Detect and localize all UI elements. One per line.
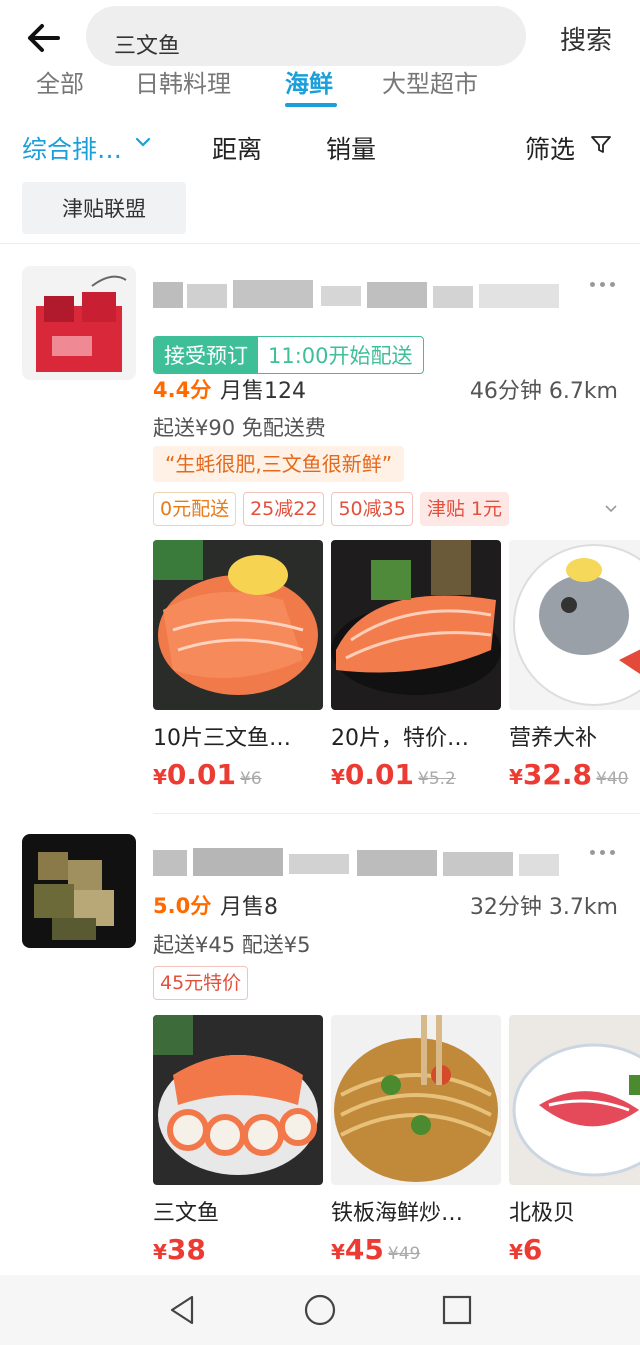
- dish-price: ¥0.01 ¥5.2: [331, 758, 501, 791]
- search-input[interactable]: 三文鱼: [86, 6, 526, 66]
- chevron-down-icon[interactable]: [135, 136, 151, 148]
- promo-list: 45元特价: [153, 966, 249, 1000]
- dish-item[interactable]: 铁板海鲜炒… ¥45 ¥49: [331, 1015, 501, 1266]
- shop-card[interactable]: 5.0分 月售8 32分钟 3.7km 起送¥45 配送¥5 45元特价 三文鱼: [0, 830, 640, 1270]
- monthly-sales: 月售124: [220, 379, 306, 404]
- price-value: 0.01: [344, 758, 415, 791]
- dish-price: ¥32.8 ¥40: [509, 758, 640, 791]
- price-value: 38: [166, 1233, 206, 1266]
- time-distance: 32分钟 3.7km: [469, 895, 618, 920]
- delivery-fees: 起送¥90 免配送费: [153, 416, 326, 440]
- back-arrow-icon[interactable]: [22, 18, 66, 58]
- shop-rating: 5.0分: [153, 894, 212, 918]
- sort-distance[interactable]: 距离: [212, 130, 262, 166]
- price-value: 32.8: [522, 758, 593, 791]
- delivery-start-label: 11:00开始配送: [268, 344, 413, 368]
- shop-card[interactable]: 接受预订 11:00开始配送 4.4分 月售124 46分钟 6.7km 起送¥…: [0, 262, 640, 807]
- system-navigation-bar: [0, 1275, 640, 1345]
- dish-image: [331, 540, 501, 710]
- dish-image: [153, 1015, 323, 1185]
- back-triangle-icon[interactable]: [166, 1293, 200, 1327]
- original-price: ¥49: [387, 1244, 421, 1264]
- shop-logo: [22, 266, 136, 380]
- allowance-alliance-chip[interactable]: 津贴联盟: [22, 182, 186, 234]
- promo-tag: 25减22: [243, 492, 325, 526]
- recents-square-icon[interactable]: [440, 1293, 474, 1327]
- search-query-text: 三文鱼: [114, 34, 181, 59]
- more-options-icon[interactable]: [590, 848, 618, 858]
- dish-name: 20片，特价…: [331, 726, 469, 751]
- currency-symbol: ¥: [331, 1240, 345, 1264]
- promo-tag: 津贴 1元: [419, 492, 509, 526]
- header-bar: 三文鱼 搜索: [0, 0, 640, 66]
- expand-chevron-icon[interactable]: [604, 504, 618, 514]
- promo-tag: 45元特价: [153, 966, 249, 1000]
- more-options-icon[interactable]: [590, 280, 618, 290]
- dish-item[interactable]: 10片三文鱼… ¥0.01 ¥6: [153, 540, 323, 791]
- preorder-badge: 接受预订 11:00开始配送: [153, 336, 424, 374]
- filter-icon[interactable]: [590, 135, 612, 155]
- dish-item[interactable]: 营养大补 ¥32.8 ¥40: [509, 540, 640, 791]
- original-price: ¥6: [240, 769, 262, 789]
- currency-symbol: ¥: [153, 765, 167, 789]
- dish-image: [509, 540, 640, 710]
- sort-filter[interactable]: 筛选: [525, 130, 575, 166]
- dish-list: 三文鱼 ¥38 铁板海鲜炒… ¥45 ¥49 北极贝 ¥6: [153, 1015, 640, 1275]
- dish-name: 营养大补: [509, 726, 598, 751]
- price-value: 45: [344, 1233, 384, 1266]
- dish-price: ¥45 ¥49: [331, 1233, 501, 1266]
- price-value: 0.01: [166, 758, 237, 791]
- home-circle-icon[interactable]: [303, 1293, 337, 1327]
- dish-item[interactable]: 三文鱼 ¥38: [153, 1015, 323, 1266]
- dish-name: 三文鱼: [153, 1201, 220, 1226]
- promo-tag: 50减35: [331, 492, 413, 526]
- dish-item[interactable]: 北极贝 ¥6: [509, 1015, 640, 1266]
- dish-image: [153, 540, 323, 710]
- dish-name: 10片三文鱼…: [153, 726, 291, 751]
- time-distance: 46分钟 6.7km: [469, 379, 618, 404]
- sort-bar: 综合排… 距离 销量 筛选: [0, 120, 640, 170]
- shop-rating: 4.4分: [153, 378, 212, 402]
- dish-item[interactable]: 20片，特价… ¥0.01 ¥5.2: [331, 540, 501, 791]
- tab-seafood[interactable]: 海鲜: [285, 64, 333, 99]
- shop-logo: [22, 834, 136, 948]
- delivery-fees: 起送¥45 配送¥5: [153, 933, 311, 957]
- dish-price: ¥6: [509, 1233, 640, 1266]
- sort-comprehensive[interactable]: 综合排…: [22, 130, 122, 166]
- active-tab-indicator: [285, 103, 337, 107]
- currency-symbol: ¥: [153, 1240, 167, 1264]
- divider: [0, 243, 640, 244]
- category-tabs: 全部 日韩料理 海鲜 大型超市: [0, 60, 640, 112]
- currency-symbol: ¥: [509, 1240, 523, 1264]
- monthly-sales: 月售8: [220, 895, 278, 920]
- shop-name-blurred: [153, 276, 563, 312]
- divider: [153, 813, 640, 814]
- dish-name: 铁板海鲜炒…: [331, 1201, 464, 1226]
- tab-japanese-korean[interactable]: 日韩料理: [135, 64, 231, 99]
- sort-sales[interactable]: 销量: [326, 130, 376, 166]
- tab-supermarket[interactable]: 大型超市: [382, 64, 478, 99]
- dish-price: ¥38: [153, 1233, 323, 1266]
- original-price: ¥40: [596, 769, 629, 789]
- promo-list: 0元配送 25减22 50减35 津贴 1元: [153, 492, 509, 526]
- dish-price: ¥0.01 ¥6: [153, 758, 323, 791]
- currency-symbol: ¥: [509, 765, 523, 789]
- tab-all[interactable]: 全部: [36, 64, 84, 99]
- shop-name-blurred: [153, 844, 563, 880]
- currency-symbol: ¥: [331, 765, 345, 789]
- dish-name: 北极贝: [509, 1201, 576, 1226]
- dish-image: [331, 1015, 501, 1185]
- dish-image: [509, 1015, 640, 1185]
- review-quote: “生蚝很肥,三文鱼很新鲜”: [153, 446, 405, 482]
- search-button[interactable]: 搜索: [560, 20, 612, 57]
- promo-tag: 0元配送: [153, 492, 237, 526]
- preorder-label: 接受预订: [154, 337, 258, 373]
- original-price: ¥5.2: [418, 769, 456, 789]
- dish-list: 10片三文鱼… ¥0.01 ¥6 20片，特价… ¥0.01 ¥5.2 营养大补…: [153, 540, 640, 800]
- price-value: 6: [522, 1233, 543, 1266]
